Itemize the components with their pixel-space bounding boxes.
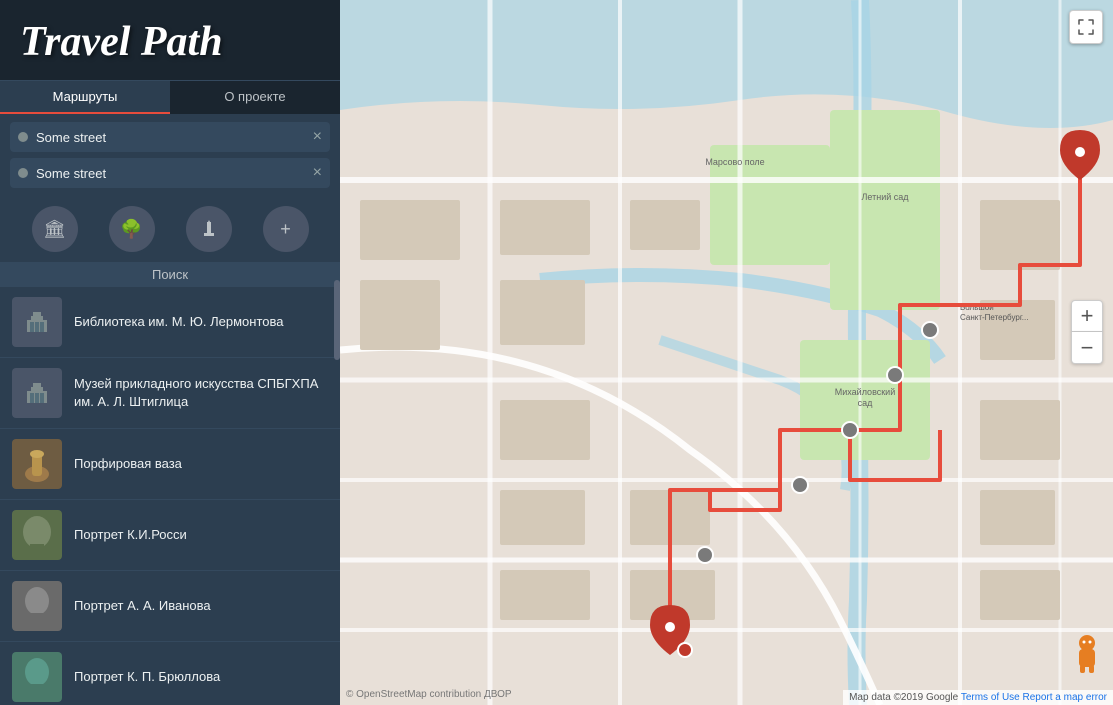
places-list[interactable]: Библиотека им. М. Ю. Лермонтова Музей пр… [0,287,340,705]
place-name-6: Портрет К. П. Брюллова [74,668,220,686]
pegman-control[interactable] [1071,629,1103,675]
category-monument-btn[interactable] [186,206,232,252]
place-thumb-1 [12,297,62,347]
search-label: Поиск [0,262,340,287]
route-inputs: Some street × Some street × [0,114,340,196]
map-data-text: Map data ©2019 Google [849,692,958,703]
tab-routes[interactable]: Маршруты [0,81,170,114]
map-background: Марсово поле Летний сад Михайловский сад… [340,0,1113,705]
place-thumb-4 [12,510,62,560]
place-item-1[interactable]: Библиотека им. М. Ю. Лермонтова [0,287,340,358]
place-item-4[interactable]: Портрет К.И.Росси [0,500,340,571]
category-add-btn[interactable]: + [263,206,309,252]
svg-text:Михайловский: Михайловский [835,387,896,397]
place-item-5[interactable]: Портрет А. А. Иванова [0,571,340,642]
route-start-input[interactable]: Some street [36,130,307,145]
place-name-1: Библиотека им. М. Ю. Лермонтова [74,313,284,331]
place-name-3: Порфировая ваза [74,455,182,473]
category-museum-btn[interactable]: 🏛 [32,206,78,252]
route-start-row: Some street × [10,122,330,152]
sidebar-header: Travel Path [0,0,340,81]
route-end-dot [18,168,28,178]
zoom-out-button[interactable]: − [1071,332,1103,364]
report-link[interactable]: Report a map error [1023,692,1107,703]
fullscreen-button[interactable] [1069,10,1103,44]
place-item-2[interactable]: Музей прикладного искусства СПБГХПА им. … [0,358,340,429]
map-attribution: Map data ©2019 Google Terms of Use Repor… [843,690,1113,705]
tab-bar: Маршруты О проекте [0,81,340,114]
place-name-2: Музей прикладного искусства СПБГХПА им. … [74,375,328,411]
svg-text:Летний сад: Летний сад [861,192,909,202]
place-thumb-3 [12,439,62,489]
place-item-3[interactable]: Порфировая ваза [0,429,340,500]
place-name-4: Портрет К.И.Росси [74,526,187,544]
route-end-row: Some street × [10,158,330,188]
zoom-in-button[interactable]: + [1071,300,1103,332]
place-thumb-6 [12,652,62,702]
route-end-input[interactable]: Some street [36,166,307,181]
category-nature-btn[interactable]: 🌳 [109,206,155,252]
svg-text:сад: сад [858,398,874,408]
app-title: Travel Path [20,18,320,66]
svg-text:Санкт-Петербург...: Санкт-Петербург... [960,313,1028,322]
sidebar: Travel Path Маршруты О проекте Some stre… [0,0,340,705]
zoom-controls: + − [1071,300,1103,364]
openstreetmap-logo: © OpenStreetMap contribution ДВОР [346,689,512,700]
category-icons: 🏛 🌳 + [0,196,340,262]
place-name-5: Портрет А. А. Иванова [74,597,211,615]
tab-about[interactable]: О проекте [170,81,340,114]
map-container[interactable]: Марсово поле Летний сад Михайловский сад… [340,0,1113,705]
place-thumb-5 [12,581,62,631]
terms-link[interactable]: Terms of Use [961,692,1020,703]
route-start-dot [18,132,28,142]
route-start-close[interactable]: × [307,128,322,146]
svg-text:Марсово поле: Марсово поле [705,157,764,167]
place-thumb-2 [12,368,62,418]
sidebar-scrollbar[interactable] [334,280,340,360]
route-end-close[interactable]: × [307,164,322,182]
place-item-6[interactable]: Портрет К. П. Брюллова [0,642,340,705]
